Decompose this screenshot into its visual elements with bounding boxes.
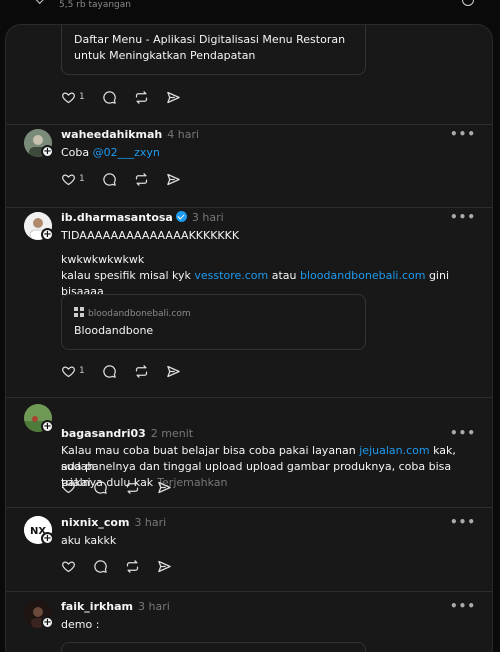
post-text: demo :	[61, 618, 100, 631]
verified-badge-icon	[175, 211, 187, 222]
follow-plus-icon[interactable]: +	[41, 228, 54, 241]
link-card-title: Bloodandbone	[74, 324, 154, 337]
post-time: 3 hari	[134, 516, 167, 529]
post-time: 4 hari	[167, 128, 200, 141]
share-icon	[158, 560, 171, 572]
username[interactable]: waheedahikmah 4 hari	[61, 128, 199, 141]
repost-icon	[135, 364, 148, 378]
link-card-title: Daftar Menu - Aplikasi Digitalisasi Menu…	[74, 33, 346, 62]
repost-icon	[135, 90, 148, 104]
post-time: 3 hari	[191, 211, 224, 224]
view-count: 5,5 rb tayangan	[59, 0, 131, 10]
link-card[interactable]	[61, 642, 366, 652]
post-original: Daftar Menu - Aplikasi Digitalisasi Menu…	[6, 25, 492, 125]
comment-icon	[103, 172, 116, 186]
repost-button[interactable]	[134, 171, 149, 187]
repost-icon	[126, 480, 139, 494]
post-text: Coba @02___zxyn	[61, 146, 160, 159]
share-button[interactable]	[166, 171, 181, 187]
post-text: TIDAAAAAAAAAAAAAAKKKKKKK	[61, 229, 240, 242]
link-card[interactable]: bloodandbonebali.com Bloodandbone	[61, 294, 366, 350]
reply-button[interactable]	[102, 171, 117, 187]
like-count: 1	[79, 366, 85, 376]
link-jejualan[interactable]: jejualan.com	[359, 444, 429, 457]
share-icon	[158, 481, 171, 493]
more-icon[interactable]: •••	[450, 210, 476, 224]
follow-plus-icon[interactable]: +	[41, 616, 54, 629]
link-card-domain: bloodandbonebali.com	[74, 307, 191, 319]
more-icon[interactable]: •••	[450, 599, 476, 613]
link-bloodandbone[interactable]: bloodandbonebali.com	[300, 269, 425, 282]
share-button[interactable]	[166, 363, 181, 379]
top-bar: 5,5 rb tayangan	[0, 0, 500, 14]
reply-post: + waheedahikmah 4 hari ••• Coba @02___zxy…	[6, 125, 492, 208]
more-icon[interactable]: •••	[450, 515, 476, 529]
like-button[interactable]	[61, 479, 76, 495]
chevron-icon[interactable]	[34, 0, 44, 4]
heart-icon	[62, 560, 75, 572]
mention-link[interactable]: @02___zxyn	[93, 146, 160, 159]
heart-icon	[62, 481, 75, 493]
like-button[interactable]	[61, 558, 76, 574]
repost-button[interactable]	[134, 89, 149, 105]
reply-post: + faik_irkham 3 hari ••• demo :	[6, 592, 492, 652]
comment-icon	[103, 90, 116, 104]
reply-button[interactable]	[102, 89, 117, 105]
share-icon	[167, 91, 180, 103]
reply-post: + ib.dharmasantosa 3 hari ••• TIDAAAAAAAA…	[6, 208, 492, 398]
username[interactable]: nixnix_com 3 hari	[61, 516, 166, 529]
replies-panel: Daftar Menu - Aplikasi Digitalisasi Menu…	[5, 24, 493, 652]
heart-icon	[62, 173, 75, 185]
username[interactable]: bagasandri03 2 menit	[61, 427, 193, 440]
comment-icon	[103, 364, 116, 378]
username[interactable]: faik_irkham 3 hari	[61, 600, 170, 613]
share-button[interactable]	[157, 558, 172, 574]
more-icon[interactable]: •••	[450, 426, 476, 440]
heart-icon	[62, 91, 75, 103]
link-vesstore[interactable]: vesstore.com	[194, 269, 268, 282]
repost-icon	[126, 559, 139, 573]
like-button[interactable]: 1	[61, 171, 85, 187]
site-favicon-icon	[74, 307, 84, 317]
like-button[interactable]: 1	[61, 363, 85, 379]
post-text: aku kakkk	[61, 534, 117, 547]
share-icon	[167, 173, 180, 185]
reply-post: + bagasandri03 2 menit ••• Kalau mau coba…	[6, 398, 492, 508]
follow-plus-icon[interactable]: +	[41, 532, 54, 545]
repost-button[interactable]	[125, 479, 140, 495]
share-icon	[167, 365, 180, 377]
follow-plus-icon[interactable]: +	[41, 145, 54, 158]
more-icon[interactable]: •••	[450, 127, 476, 141]
like-count: 1	[79, 174, 85, 184]
comment-icon	[94, 480, 107, 494]
link-card[interactable]: Daftar Menu - Aplikasi Digitalisasi Menu…	[61, 25, 366, 75]
repost-button[interactable]	[134, 363, 149, 379]
reply-button[interactable]	[93, 479, 108, 495]
share-button[interactable]	[166, 89, 181, 105]
repost-icon	[135, 172, 148, 186]
post-text: trialnya dulu kak Terjemahkan	[61, 476, 228, 489]
comment-icon	[94, 559, 107, 573]
follow-plus-icon[interactable]: +	[41, 420, 54, 433]
reply-post: NX + nixnix_com 3 hari ••• aku kakkk	[6, 508, 492, 592]
username[interactable]: ib.dharmasantosa 3 hari	[61, 211, 224, 224]
like-button[interactable]: 1	[61, 89, 85, 105]
settings-icon[interactable]	[462, 0, 474, 6]
reply-button[interactable]	[102, 363, 117, 379]
post-time: 2 menit	[150, 427, 194, 440]
heart-icon	[62, 365, 75, 377]
reply-button[interactable]	[93, 558, 108, 574]
repost-button[interactable]	[125, 558, 140, 574]
post-time: 3 hari	[138, 600, 170, 613]
post-text: kwkwkwkwkwk	[61, 253, 145, 266]
share-button[interactable]	[157, 479, 172, 495]
like-count: 1	[79, 92, 85, 102]
